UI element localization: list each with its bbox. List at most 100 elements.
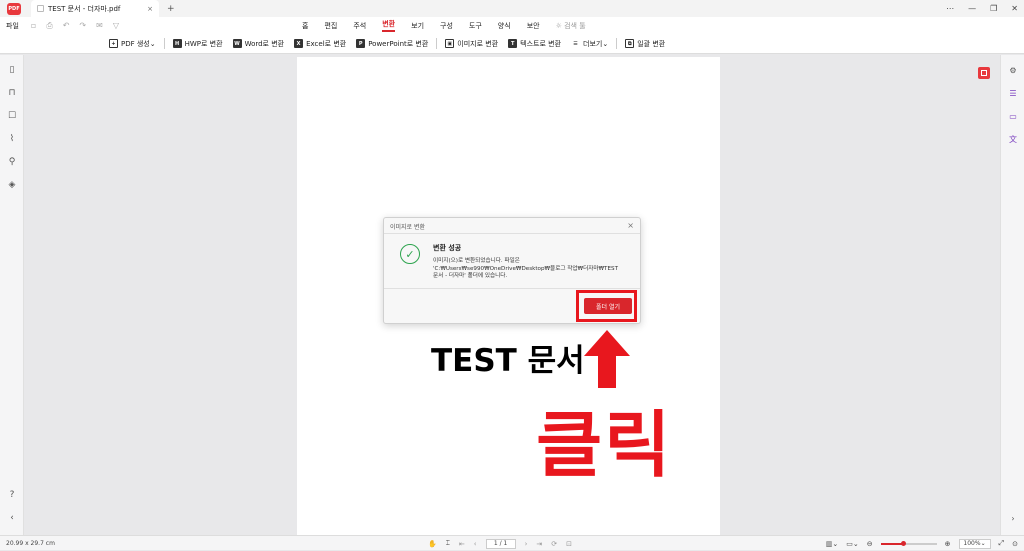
collapse-left-icon[interactable]: ‹ [7, 513, 17, 523]
bookmark-icon[interactable]: ⊓ [7, 88, 17, 98]
new-tab-button[interactable]: + [167, 4, 175, 14]
next-page-icon[interactable]: › [525, 540, 528, 548]
title-bar: PDF TEST 문서 - 더자마.pdf × + ⋯ — ❐ ✕ [0, 0, 1024, 17]
tab-close-icon[interactable]: × [147, 5, 153, 13]
zoom-slider-handle[interactable] [901, 540, 907, 546]
image-icon: ▣ [445, 39, 455, 48]
word-convert-label: Word로 변환 [244, 39, 285, 48]
fullscreen-icon[interactable]: ⤢ [999, 539, 1005, 548]
page-icon[interactable]: ▯ [7, 65, 17, 75]
dialog-close-icon[interactable]: × [627, 221, 634, 230]
search-tools[interactable]: ☼ 검색 툴 [556, 21, 586, 31]
success-check-icon: ✓ [400, 244, 420, 264]
customize-icon[interactable]: ▽ [113, 21, 119, 31]
select-tool-icon[interactable]: ⌶ [446, 539, 450, 548]
hwp-convert-button[interactable]: H HWP로 변환 [168, 39, 228, 49]
document-tab[interactable]: TEST 문서 - 더자마.pdf × [31, 0, 159, 17]
more-label: 더보기⌄ [583, 39, 609, 48]
settings-panel-icon[interactable]: ⚙ [1008, 65, 1018, 75]
click-annotation: 클릭 [536, 403, 673, 487]
tab-title: TEST 문서 - 더자마.pdf [48, 4, 121, 13]
tab-view[interactable]: 보기 [411, 21, 424, 31]
attachment-icon[interactable]: ⌇ [7, 134, 17, 144]
save-icon[interactable]: ▫ [31, 21, 36, 31]
tab-forms[interactable]: 양식 [498, 21, 511, 31]
ai-assistant-glyph [981, 70, 987, 76]
zoom-in-icon[interactable]: ⊕ [945, 540, 951, 548]
app-logo-text: PDF [8, 5, 20, 12]
tab-convert[interactable]: 변환 [382, 19, 396, 32]
mail-icon[interactable]: ✉ [96, 21, 103, 31]
overflow-menu-icon[interactable]: ⋯ [946, 4, 954, 13]
ai-summary-icon[interactable]: ☰ [1008, 88, 1018, 98]
text-convert-label: 텍스트로 변환 [520, 39, 562, 48]
divider [436, 38, 438, 49]
lightbulb-icon: ☼ [555, 21, 562, 30]
image-convert-button[interactable]: ▣ 이미지로 변환 [440, 39, 503, 49]
zoom-slider[interactable] [880, 540, 937, 546]
close-window-button[interactable]: ✕ [1011, 4, 1018, 13]
zoom-out-icon[interactable]: ⊖ [867, 540, 873, 548]
hwp-icon: H [172, 39, 182, 48]
divider [384, 233, 640, 234]
fit-icon[interactable]: ⊡ [566, 540, 572, 548]
zoom-value: 100% [963, 540, 981, 547]
minimize-button[interactable]: — [968, 4, 976, 13]
zoom-level[interactable]: 100% ⌄ [958, 538, 991, 549]
tab-security[interactable]: 보안 [527, 21, 540, 31]
word-icon: W [232, 39, 242, 48]
hand-tool-icon[interactable]: ✋ [428, 540, 437, 548]
search-icon[interactable]: ⚲ [7, 157, 17, 167]
last-page-icon[interactable]: ⇥ [536, 540, 542, 548]
print-icon[interactable]: ⎙ [46, 21, 52, 31]
right-sidebar: ⚙ ☰ ▭ 文 › [1000, 55, 1024, 535]
word-convert-button[interactable]: W Word로 변환 [228, 39, 290, 49]
ribbon-tabs: 홈 편집 주석 변환 보기 구성 도구 양식 보안 ☼ 검색 툴 [302, 17, 586, 34]
collapse-right-icon[interactable]: › [1008, 513, 1018, 523]
more-status-icon[interactable]: ⊙ [1012, 540, 1018, 548]
tab-edit[interactable]: 편집 [324, 21, 337, 31]
more-button[interactable]: ☰ 더보기⌄ [566, 39, 613, 49]
zoom-slider-fill [880, 542, 904, 545]
divider [384, 288, 640, 289]
pdf-create-button[interactable]: + PDF 생성⌄ [104, 39, 161, 49]
excel-icon: X [294, 39, 304, 48]
undo-icon[interactable]: ↶ [63, 21, 70, 31]
text-icon: T [508, 39, 518, 48]
tab-tools[interactable]: 도구 [469, 21, 482, 31]
help-icon[interactable]: ? [7, 490, 17, 500]
image-convert-label: 이미지로 변환 [457, 39, 499, 48]
view-mode-icon[interactable]: ▭⌄ [846, 540, 858, 548]
tab-organize[interactable]: 구성 [440, 21, 453, 31]
search-tools-label: 검색 툴 [564, 21, 586, 30]
menu-file[interactable]: 파일 [6, 21, 19, 31]
batch-convert-label: 일괄 변환 [637, 39, 666, 48]
ai-assistant-icon[interactable] [978, 67, 990, 79]
translate-icon[interactable]: 文 [1008, 134, 1018, 144]
up-arrow-annotation [584, 330, 630, 388]
rotate-icon[interactable]: ⟳ [551, 540, 557, 548]
page-indicator[interactable]: 1 / 1 [485, 538, 516, 549]
restore-button[interactable]: ❐ [990, 4, 997, 13]
dialog-heading: 변환 성공 [433, 244, 462, 252]
dialog-message-line: 'C:₩Users₩se990₩OneDrive₩Desktop₩블로그 작업₩… [433, 265, 618, 272]
text-convert-button[interactable]: T 텍스트로 변환 [503, 39, 566, 49]
powerpoint-convert-button[interactable]: P PowerPoint로 변환 [351, 39, 433, 49]
highlight-box [576, 290, 637, 322]
prev-page-icon[interactable]: ‹ [474, 540, 477, 548]
layers-icon[interactable]: ◈ [7, 180, 17, 190]
zoom-controls: ▥⌄ ▭⌄ ⊖ ⊕ 100% ⌄ ⤢ ⊙ [826, 536, 1018, 551]
menu-bar: 파일 ▫ ⎙ ↶ ↷ ✉ ▽ 홈 편집 주석 변환 보기 구성 도구 양식 보안… [0, 17, 1024, 34]
first-page-icon[interactable]: ⇤ [459, 540, 465, 548]
quick-access-toolbar: ▫ ⎙ ↶ ↷ ✉ ▽ [31, 21, 119, 31]
window-controls: ⋯ — ❐ ✕ [946, 0, 1018, 17]
tab-home[interactable]: 홈 [302, 21, 308, 31]
comment-icon[interactable]: ☐ [7, 111, 17, 121]
excel-convert-button[interactable]: X Excel로 변환 [289, 39, 351, 49]
batch-convert-button[interactable]: ⧉ 일괄 변환 [620, 39, 670, 49]
tab-comment[interactable]: 주석 [353, 21, 366, 31]
redo-icon[interactable]: ↷ [79, 21, 86, 31]
excel-convert-label: Excel로 변환 [306, 39, 347, 48]
page-layout-icon[interactable]: ▥⌄ [826, 540, 838, 548]
ai-chat-icon[interactable]: ▭ [1008, 111, 1018, 121]
